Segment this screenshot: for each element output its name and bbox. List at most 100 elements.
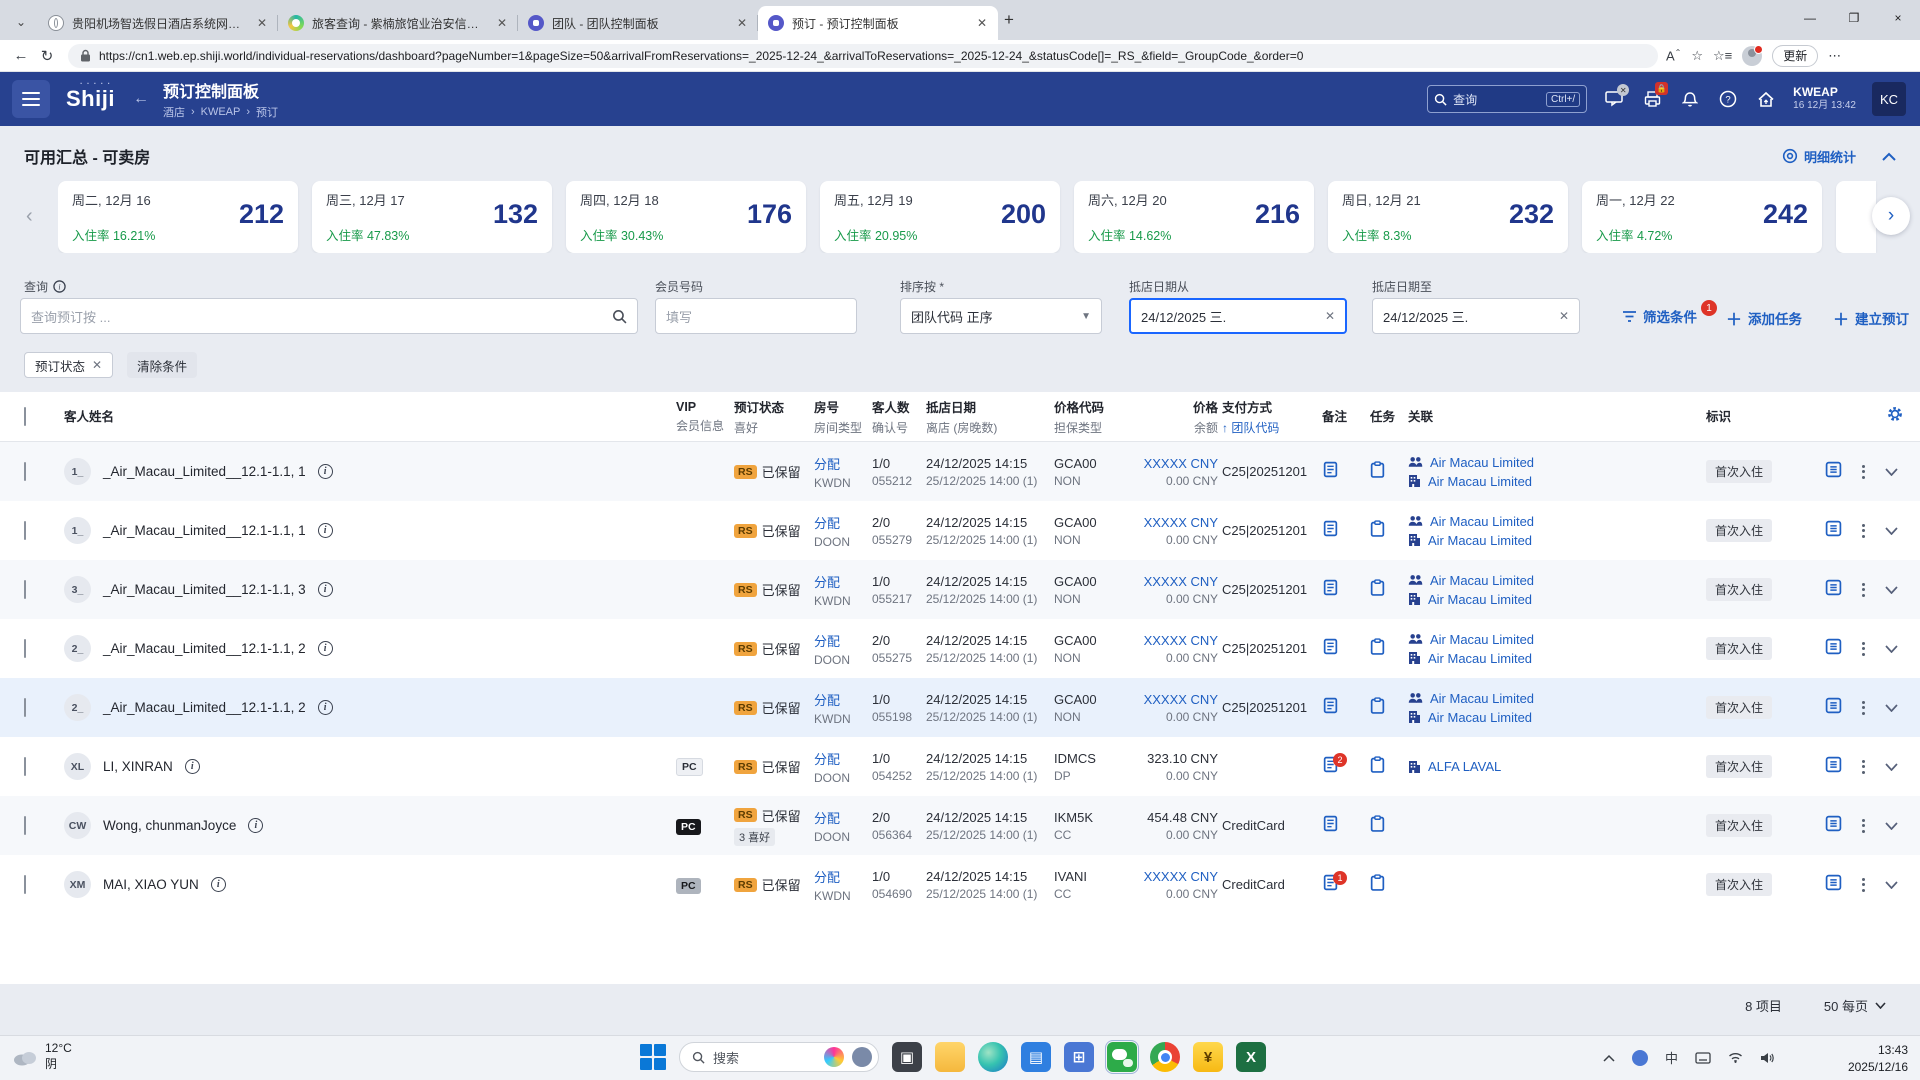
row-menu-icon[interactable] bbox=[1862, 700, 1865, 715]
task-clipboard-icon[interactable] bbox=[1370, 755, 1385, 777]
guest-name[interactable]: _Air_Macau_Limited__12.1-1.1, 1 bbox=[103, 523, 306, 538]
search-highlight-icon[interactable] bbox=[824, 1047, 844, 1067]
folio-icon[interactable] bbox=[1825, 815, 1842, 837]
column-header[interactable]: 关联 bbox=[1408, 406, 1706, 428]
column-header[interactable]: 标识 bbox=[1706, 406, 1798, 428]
row-expand-icon[interactable] bbox=[1885, 581, 1898, 599]
linked-profile-item[interactable]: Air Macau Limited bbox=[1408, 531, 1706, 550]
address-bar[interactable]: https://cn1.web.ep.shiji.world/individua… bbox=[68, 43, 1658, 68]
column-header[interactable]: 任务 bbox=[1370, 406, 1408, 428]
linked-profile-item[interactable]: Air Macau Limited bbox=[1408, 649, 1706, 668]
row-menu-icon[interactable] bbox=[1862, 523, 1865, 538]
folio-icon[interactable] bbox=[1825, 461, 1842, 483]
clear-filters-chip[interactable]: 清除条件 bbox=[127, 352, 198, 378]
row-checkbox[interactable] bbox=[24, 520, 26, 540]
row-menu-icon[interactable] bbox=[1862, 877, 1865, 892]
notes-icon[interactable]: 1 bbox=[1322, 870, 1347, 895]
price[interactable]: XXXXX CNY bbox=[1124, 692, 1218, 707]
row-expand-icon[interactable] bbox=[1885, 463, 1898, 481]
collapse-section-icon[interactable] bbox=[1882, 152, 1896, 161]
price[interactable]: XXXXX CNY bbox=[1124, 574, 1218, 589]
row-checkbox[interactable] bbox=[24, 461, 26, 481]
column-header[interactable]: 房号 房间类型 bbox=[814, 397, 872, 436]
page-size-select[interactable]: 50 每页 bbox=[1824, 996, 1886, 1015]
notes-icon[interactable] bbox=[1322, 461, 1339, 482]
linked-profile-item[interactable]: Air Macau Limited bbox=[1408, 630, 1706, 649]
row-menu-icon[interactable] bbox=[1862, 641, 1865, 656]
taskbar-search[interactable]: 搜索 bbox=[679, 1042, 879, 1072]
linked-profile-item[interactable]: Air Macau Limited bbox=[1408, 472, 1706, 491]
edge-browser-icon[interactable] bbox=[978, 1042, 1008, 1072]
browser-tab[interactable]: 旅客查询 - 紫楠旅馆业治安信息管 ✕ bbox=[278, 6, 518, 40]
status-filter-chip[interactable]: 预订状态 ✕ bbox=[24, 352, 114, 378]
task-clipboard-icon[interactable] bbox=[1370, 814, 1385, 836]
folio-icon[interactable] bbox=[1825, 874, 1842, 896]
guest-name[interactable]: MAI, XIAO YUN bbox=[103, 877, 199, 892]
guest-name[interactable]: LI, XINRAN bbox=[103, 759, 173, 774]
table-row[interactable]: 1_ _Air_Macau_Limited__12.1-1.1, 1 i RS 已… bbox=[0, 442, 1920, 501]
detail-stats-link[interactable]: 明细统计 bbox=[1782, 147, 1856, 166]
linked-profile-label[interactable]: Air Macau Limited bbox=[1430, 512, 1534, 531]
tab-close-icon[interactable]: ✕ bbox=[734, 16, 750, 30]
keyboard-icon[interactable] bbox=[1695, 1051, 1711, 1064]
price[interactable]: 323.10 CNY bbox=[1124, 751, 1218, 766]
info-icon[interactable]: i bbox=[317, 700, 333, 715]
row-expand-icon[interactable] bbox=[1885, 640, 1898, 658]
room-link[interactable]: 分配 bbox=[814, 749, 872, 768]
linked-profile-label[interactable]: Air Macau Limited bbox=[1428, 649, 1532, 668]
price[interactable]: XXXXX CNY bbox=[1124, 633, 1218, 648]
linked-profile-item[interactable]: Air Macau Limited bbox=[1408, 689, 1706, 708]
table-row[interactable]: XM MAI, XIAO YUN i PC RS 已保留 分配 KWDN 1/0 05… bbox=[0, 855, 1920, 914]
info-icon[interactable]: i bbox=[317, 464, 333, 479]
guest-name[interactable]: _Air_Macau_Limited__12.1-1.1, 3 bbox=[103, 582, 306, 597]
taskbar-clock[interactable]: 13:43 2025/12/16 bbox=[1848, 1042, 1908, 1076]
guest-name[interactable]: _Air_Macau_Limited__12.1-1.1, 2 bbox=[103, 700, 306, 715]
weather-widget[interactable]: 12°C 阴 bbox=[12, 1041, 72, 1072]
notifications-bell-icon[interactable] bbox=[1679, 88, 1701, 110]
table-row[interactable]: 3_ _Air_Macau_Limited__12.1-1.1, 3 i RS 已… bbox=[0, 560, 1920, 619]
ime-indicator[interactable]: 中 bbox=[1665, 1048, 1678, 1067]
room-link[interactable]: 分配 bbox=[814, 631, 872, 650]
table-row[interactable]: CW Wong, chunmanJoyce i PC RS 已保留 3 喜好 分配… bbox=[0, 796, 1920, 855]
task-clipboard-icon[interactable] bbox=[1370, 578, 1385, 600]
taskbar-store-icon[interactable]: ▤ bbox=[1021, 1042, 1051, 1072]
info-icon[interactable]: i bbox=[317, 523, 333, 538]
column-header[interactable]: 价格 余额 bbox=[1124, 397, 1222, 436]
browser-tab[interactable]: 贵阳机场智选假日酒店系统网址与 ✕ bbox=[38, 6, 278, 40]
availability-card[interactable]: 周一, 12月 22 入住率 4.72% 242 bbox=[1582, 181, 1822, 253]
clear-icon[interactable]: ✕ bbox=[1325, 309, 1335, 323]
info-icon[interactable]: i bbox=[317, 582, 333, 597]
window-minimize-button[interactable]: — bbox=[1788, 0, 1832, 36]
start-button[interactable] bbox=[640, 1044, 666, 1070]
row-menu-icon[interactable] bbox=[1862, 582, 1865, 597]
linked-profile-label[interactable]: Air Macau Limited bbox=[1430, 453, 1534, 472]
refresh-icon[interactable]: ↻ bbox=[34, 47, 60, 65]
folio-icon[interactable] bbox=[1825, 638, 1842, 660]
wechat-icon[interactable] bbox=[1105, 1040, 1139, 1074]
notes-icon[interactable] bbox=[1322, 579, 1339, 600]
linked-profile-item[interactable]: Air Macau Limited bbox=[1408, 708, 1706, 727]
row-menu-icon[interactable] bbox=[1862, 818, 1865, 833]
linked-profile-label[interactable]: Air Macau Limited bbox=[1430, 571, 1534, 590]
availability-card[interactable]: 周五, 12月 19 入住率 20.95% 200 bbox=[820, 181, 1060, 253]
tab-close-icon[interactable]: ✕ bbox=[974, 16, 990, 30]
arrival-to-input[interactable]: 24/12/2025 三. ✕ bbox=[1372, 298, 1580, 334]
linked-profile-label[interactable]: Air Macau Limited bbox=[1430, 689, 1534, 708]
row-expand-icon[interactable] bbox=[1885, 876, 1898, 894]
browser-tab[interactable]: 预订 - 预订控制面板 ✕ bbox=[758, 6, 998, 40]
guest-name[interactable]: _Air_Macau_Limited__12.1-1.1, 2 bbox=[103, 641, 306, 656]
linked-profile-label[interactable]: Air Macau Limited bbox=[1428, 472, 1532, 491]
file-explorer-icon[interactable] bbox=[935, 1042, 965, 1072]
room-link[interactable]: 分配 bbox=[814, 867, 872, 886]
add-task-button[interactable]: ＋添加任务 bbox=[1726, 306, 1802, 330]
column-header[interactable]: 预订状态 喜好 bbox=[734, 397, 814, 436]
room-link[interactable]: 分配 bbox=[814, 513, 872, 532]
row-menu-icon[interactable] bbox=[1862, 464, 1865, 479]
linked-profile-label[interactable]: Air Macau Limited bbox=[1428, 708, 1532, 727]
messages-icon[interactable]: ✕ bbox=[1603, 84, 1630, 110]
fax-printer-icon[interactable]: 🔒 bbox=[1641, 82, 1669, 110]
tab-close-icon[interactable]: ✕ bbox=[494, 16, 510, 30]
tray-app-icon[interactable] bbox=[1631, 1049, 1648, 1066]
select-all-checkbox[interactable] bbox=[24, 406, 26, 426]
table-settings-gear-icon[interactable] bbox=[1886, 405, 1904, 428]
